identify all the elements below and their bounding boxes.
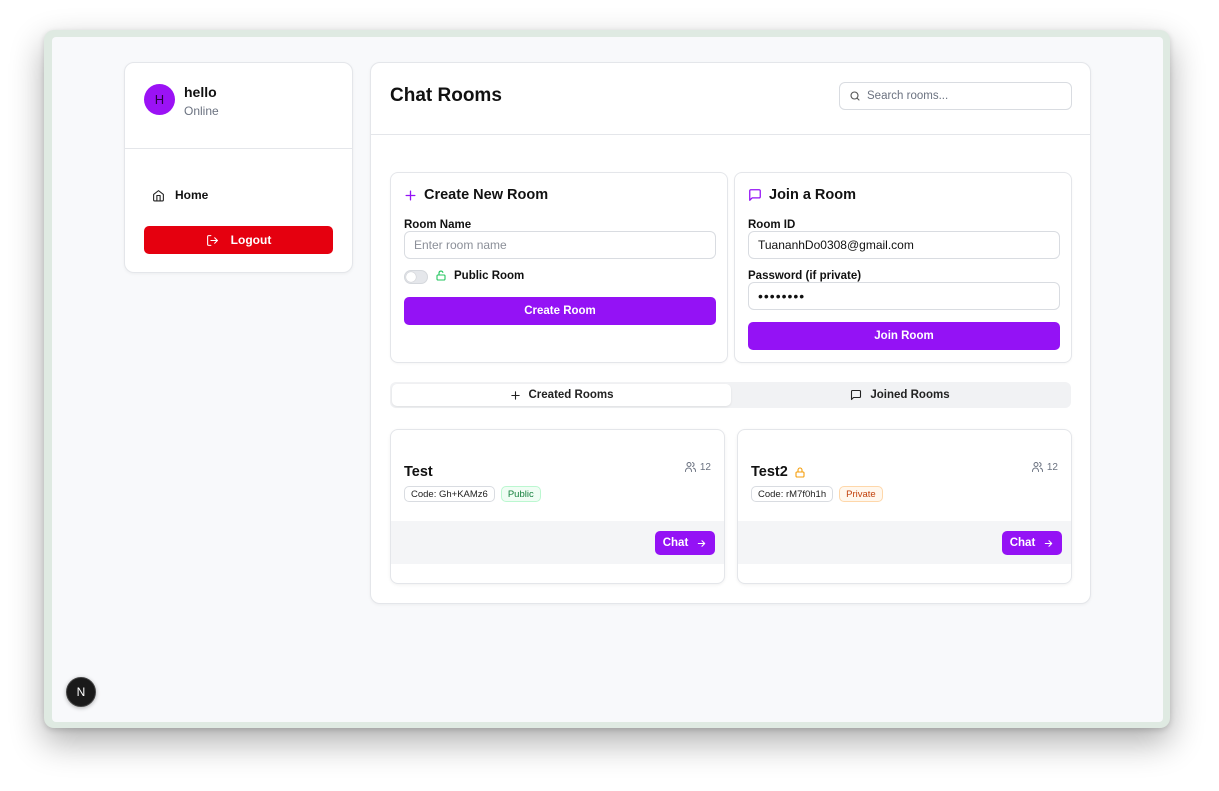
message-square-icon: [749, 189, 761, 201]
plus-icon: [405, 190, 416, 200]
avatar: H: [144, 84, 175, 115]
member-count: 12: [1031, 461, 1058, 473]
room-id-input[interactable]: [748, 231, 1060, 259]
room-badges: Code: rM7f0h1h Private: [751, 486, 883, 502]
public-room-option: Public Room: [435, 269, 524, 282]
room-tabs: Created Rooms Joined Rooms: [390, 382, 1071, 408]
sidebar-item-home[interactable]: Home: [144, 184, 208, 206]
room-code-badge: Code: Gh+KAMz6: [404, 486, 495, 502]
logout-button[interactable]: Logout: [144, 226, 333, 254]
join-room-title-text: Join a Room: [769, 187, 857, 203]
sidebar: H hello Online Home Logout: [124, 62, 353, 273]
room-card: Test2 12 Code: rM7f0h1h Private Chat: [737, 429, 1072, 584]
password-input[interactable]: [748, 282, 1060, 310]
password-label: Password (if private): [748, 270, 862, 282]
chat-button[interactable]: Chat: [1002, 531, 1062, 555]
room-card-footer: Chat: [391, 521, 724, 564]
sidebar-item-label: Home: [175, 188, 209, 202]
join-room-button[interactable]: Join Room: [748, 322, 1060, 350]
plus-icon: [510, 390, 520, 400]
page-title: Chat Rooms: [390, 85, 502, 106]
room-id-label: Room ID: [748, 219, 796, 231]
main-header: Chat Rooms: [371, 63, 1090, 135]
public-room-toggle[interactable]: [404, 270, 428, 284]
room-code-badge: Code: rM7f0h1h: [751, 486, 834, 502]
arrow-right-icon: [1045, 539, 1053, 547]
join-room-title: Join a Room: [748, 187, 856, 203]
user-profile: H hello Online: [125, 63, 352, 149]
users-icon: [1031, 462, 1043, 472]
lock-icon: [795, 466, 805, 478]
nextjs-dev-badge[interactable]: N: [66, 677, 96, 707]
user-status: Online: [184, 104, 219, 118]
room-name-text: Test2: [751, 464, 788, 480]
create-room-button[interactable]: Create Room: [404, 297, 716, 325]
search-box[interactable]: [839, 82, 1072, 110]
arrow-right-icon: [698, 539, 706, 547]
visibility-badge: Public: [500, 486, 541, 502]
room-name-text: Test: [404, 464, 433, 480]
join-room-card: Join a Room Room ID Password (if private…: [734, 172, 1072, 363]
room-card-footer: Chat: [738, 521, 1071, 564]
chat-button-label: Chat: [662, 537, 689, 549]
member-count-value: 12: [1046, 461, 1058, 473]
create-room-card: Create New Room Room Name Public Room Cr…: [390, 172, 728, 363]
create-room-title-text: Create New Room: [424, 187, 549, 203]
tab-joined-rooms[interactable]: Joined Rooms: [731, 384, 1069, 406]
room-name-input[interactable]: [404, 231, 716, 259]
users-icon: [684, 462, 696, 472]
room-name: Test: [404, 464, 433, 480]
chat-button[interactable]: Chat: [655, 531, 715, 555]
room-name: Test2: [751, 464, 806, 480]
username: hello: [184, 84, 217, 100]
tab-created-rooms[interactable]: Created Rooms: [392, 384, 731, 406]
create-room-title: Create New Room: [404, 187, 548, 203]
visibility-badge: Private: [839, 486, 883, 502]
search-input[interactable]: [867, 90, 1057, 102]
tab-label: Joined Rooms: [870, 389, 950, 401]
public-room-label: Public Room: [454, 269, 525, 282]
browser-window: H hello Online Home Logout Chat Rooms Se…: [44, 30, 1170, 728]
app-viewport: H hello Online Home Logout Chat Rooms Se…: [52, 37, 1163, 722]
message-square-icon: [851, 389, 862, 401]
room-name-label: Room Name: [404, 219, 472, 231]
room-badges: Code: Gh+KAMz6 Public: [404, 486, 541, 502]
member-count: 12: [684, 461, 711, 473]
home-icon: [153, 189, 164, 201]
tab-label: Created Rooms: [528, 389, 614, 401]
room-card: Test 12 Code: Gh+KAMz6 Public Chat: [390, 429, 725, 584]
chat-button-label: Chat: [1009, 537, 1036, 549]
unlock-icon: [436, 270, 446, 281]
member-count-value: 12: [699, 461, 711, 473]
logout-label: Logout: [230, 233, 272, 247]
main-panel: Chat Rooms Create New Room Room Name Pub…: [370, 62, 1091, 604]
search-icon: [850, 91, 860, 101]
logout-icon: [206, 234, 218, 246]
